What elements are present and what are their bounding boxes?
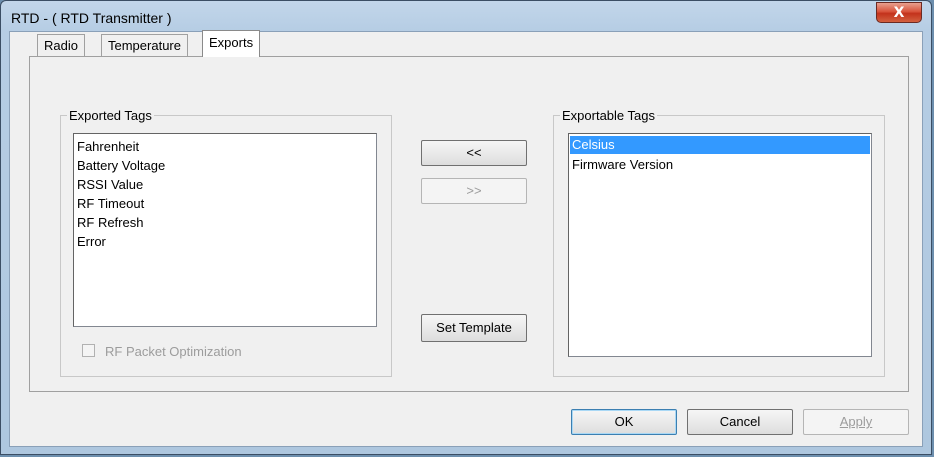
list-item[interactable]: RF Timeout — [74, 194, 376, 213]
close-icon: X — [893, 5, 905, 21]
exportable-tags-legend: Exportable Tags — [562, 108, 655, 123]
ok-button[interactable]: OK — [571, 409, 677, 435]
tab-radio[interactable]: Radio — [37, 34, 85, 56]
list-item[interactable]: Error — [74, 232, 376, 251]
exportable-tags-list[interactable]: Celsius Firmware Version — [568, 133, 872, 357]
list-item[interactable]: RF Refresh — [74, 213, 376, 232]
exported-tags-legend: Exported Tags — [69, 108, 152, 123]
add-tag-button[interactable]: << — [421, 140, 527, 166]
rf-packet-optimization-checkbox[interactable]: RF Packet Optimization — [82, 344, 242, 359]
list-item[interactable]: Battery Voltage — [74, 156, 376, 175]
remove-tag-button[interactable]: >> — [421, 178, 527, 204]
rf-packet-optimization-label: RF Packet Optimization — [105, 344, 242, 359]
close-button[interactable]: X — [876, 2, 922, 23]
apply-label: Apply — [839, 414, 873, 429]
window-title: RTD - ( RTD Transmitter ) — [11, 10, 172, 26]
list-item[interactable]: RSSI Value — [74, 175, 376, 194]
exported-tags-list[interactable]: Fahrenheit Battery Voltage RSSI Value RF… — [73, 133, 377, 327]
cancel-button[interactable]: Cancel — [687, 409, 793, 435]
apply-button[interactable]: Apply — [803, 409, 909, 435]
list-item[interactable]: Fahrenheit — [74, 137, 376, 156]
tab-exports[interactable]: Exports — [202, 30, 261, 57]
list-item-selected[interactable]: Celsius — [570, 136, 870, 154]
tab-temperature[interactable]: Temperature — [101, 34, 188, 56]
checkbox-box[interactable] — [82, 344, 95, 357]
dialog-window: RTD - ( RTD Transmitter ) X Radio Temper… — [0, 0, 932, 455]
set-template-button[interactable]: Set Template — [421, 314, 527, 342]
list-item[interactable]: Firmware Version — [569, 155, 871, 174]
